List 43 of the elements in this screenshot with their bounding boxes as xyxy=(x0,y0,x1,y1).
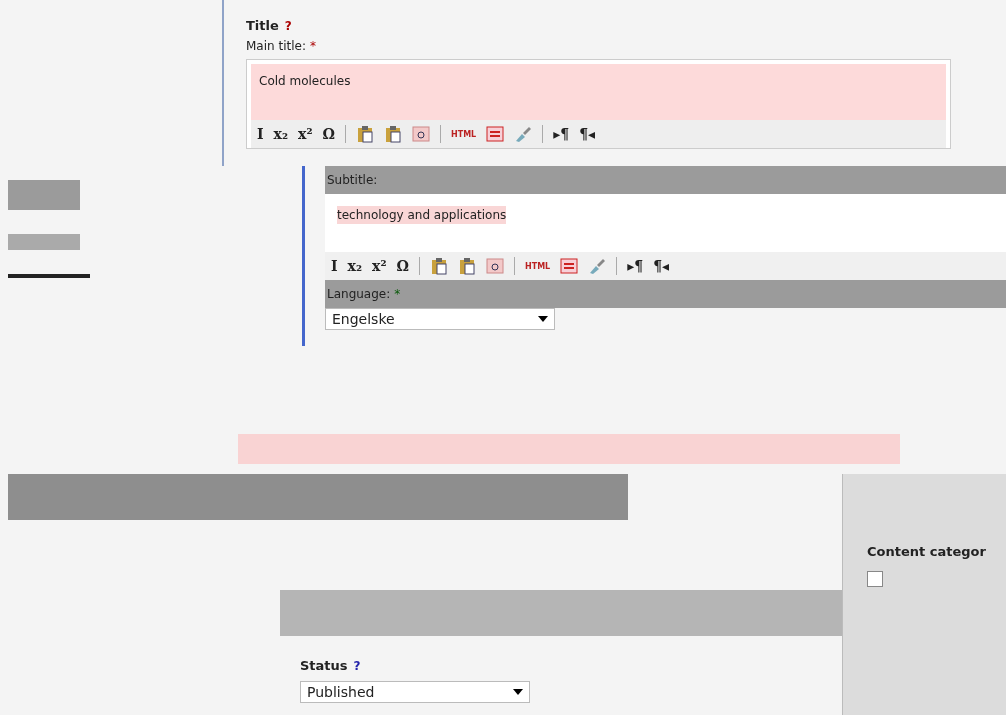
glitch-bar xyxy=(8,180,80,210)
clipboard-icon[interactable] xyxy=(356,125,374,143)
glitch-bar xyxy=(8,234,80,250)
format-button[interactable]: x₂ xyxy=(347,258,363,274)
form-icon[interactable] xyxy=(560,257,579,275)
help-link[interactable]: ? xyxy=(284,18,292,33)
clipboard-icon[interactable] xyxy=(430,257,448,275)
form-icon[interactable] xyxy=(486,125,505,143)
field-label: Main title: xyxy=(246,39,306,53)
format-button[interactable]: ¶◂ xyxy=(653,258,670,274)
section-heading: Title xyxy=(246,18,279,33)
brush-icon[interactable] xyxy=(514,125,533,143)
html-button[interactable]: HTML xyxy=(525,261,551,271)
status-select[interactable]: Published xyxy=(300,681,530,703)
main-title-field[interactable]: Cold molecules xyxy=(251,64,946,120)
format-button[interactable]: Ω xyxy=(396,258,409,274)
section-heading: Status xyxy=(300,658,348,673)
format-button[interactable]: x² xyxy=(298,126,313,142)
format-button[interactable]: Ω xyxy=(322,126,335,142)
format-button[interactable]: x₂ xyxy=(273,126,289,142)
checkbox[interactable] xyxy=(867,571,883,587)
clipboard-icon[interactable] xyxy=(384,125,402,143)
help-link[interactable]: ? xyxy=(353,658,361,673)
section-heading: Content categor xyxy=(867,544,987,559)
required-marker: * xyxy=(309,39,316,53)
required-marker: * xyxy=(394,287,401,301)
format-button[interactable]: ▸¶ xyxy=(627,258,644,274)
clipboard-icon[interactable] xyxy=(458,257,476,275)
caret-icon xyxy=(538,316,548,322)
language-select[interactable]: Engelske xyxy=(325,308,555,330)
find-icon[interactable] xyxy=(412,125,430,143)
format-button[interactable]: I xyxy=(331,258,338,274)
format-button[interactable]: I xyxy=(257,126,264,142)
brush-icon[interactable] xyxy=(588,257,607,275)
format-button[interactable]: x² xyxy=(372,258,387,274)
field-label: Language: xyxy=(327,287,391,301)
format-button[interactable]: ¶◂ xyxy=(579,126,596,142)
caret-icon xyxy=(513,689,523,695)
find-icon[interactable] xyxy=(486,257,504,275)
subtitle-field[interactable]: technology and applications xyxy=(325,194,1006,252)
html-button[interactable]: HTML xyxy=(451,129,477,139)
field-label: Subtitle: xyxy=(327,173,378,187)
format-button[interactable]: ▸¶ xyxy=(553,126,570,142)
